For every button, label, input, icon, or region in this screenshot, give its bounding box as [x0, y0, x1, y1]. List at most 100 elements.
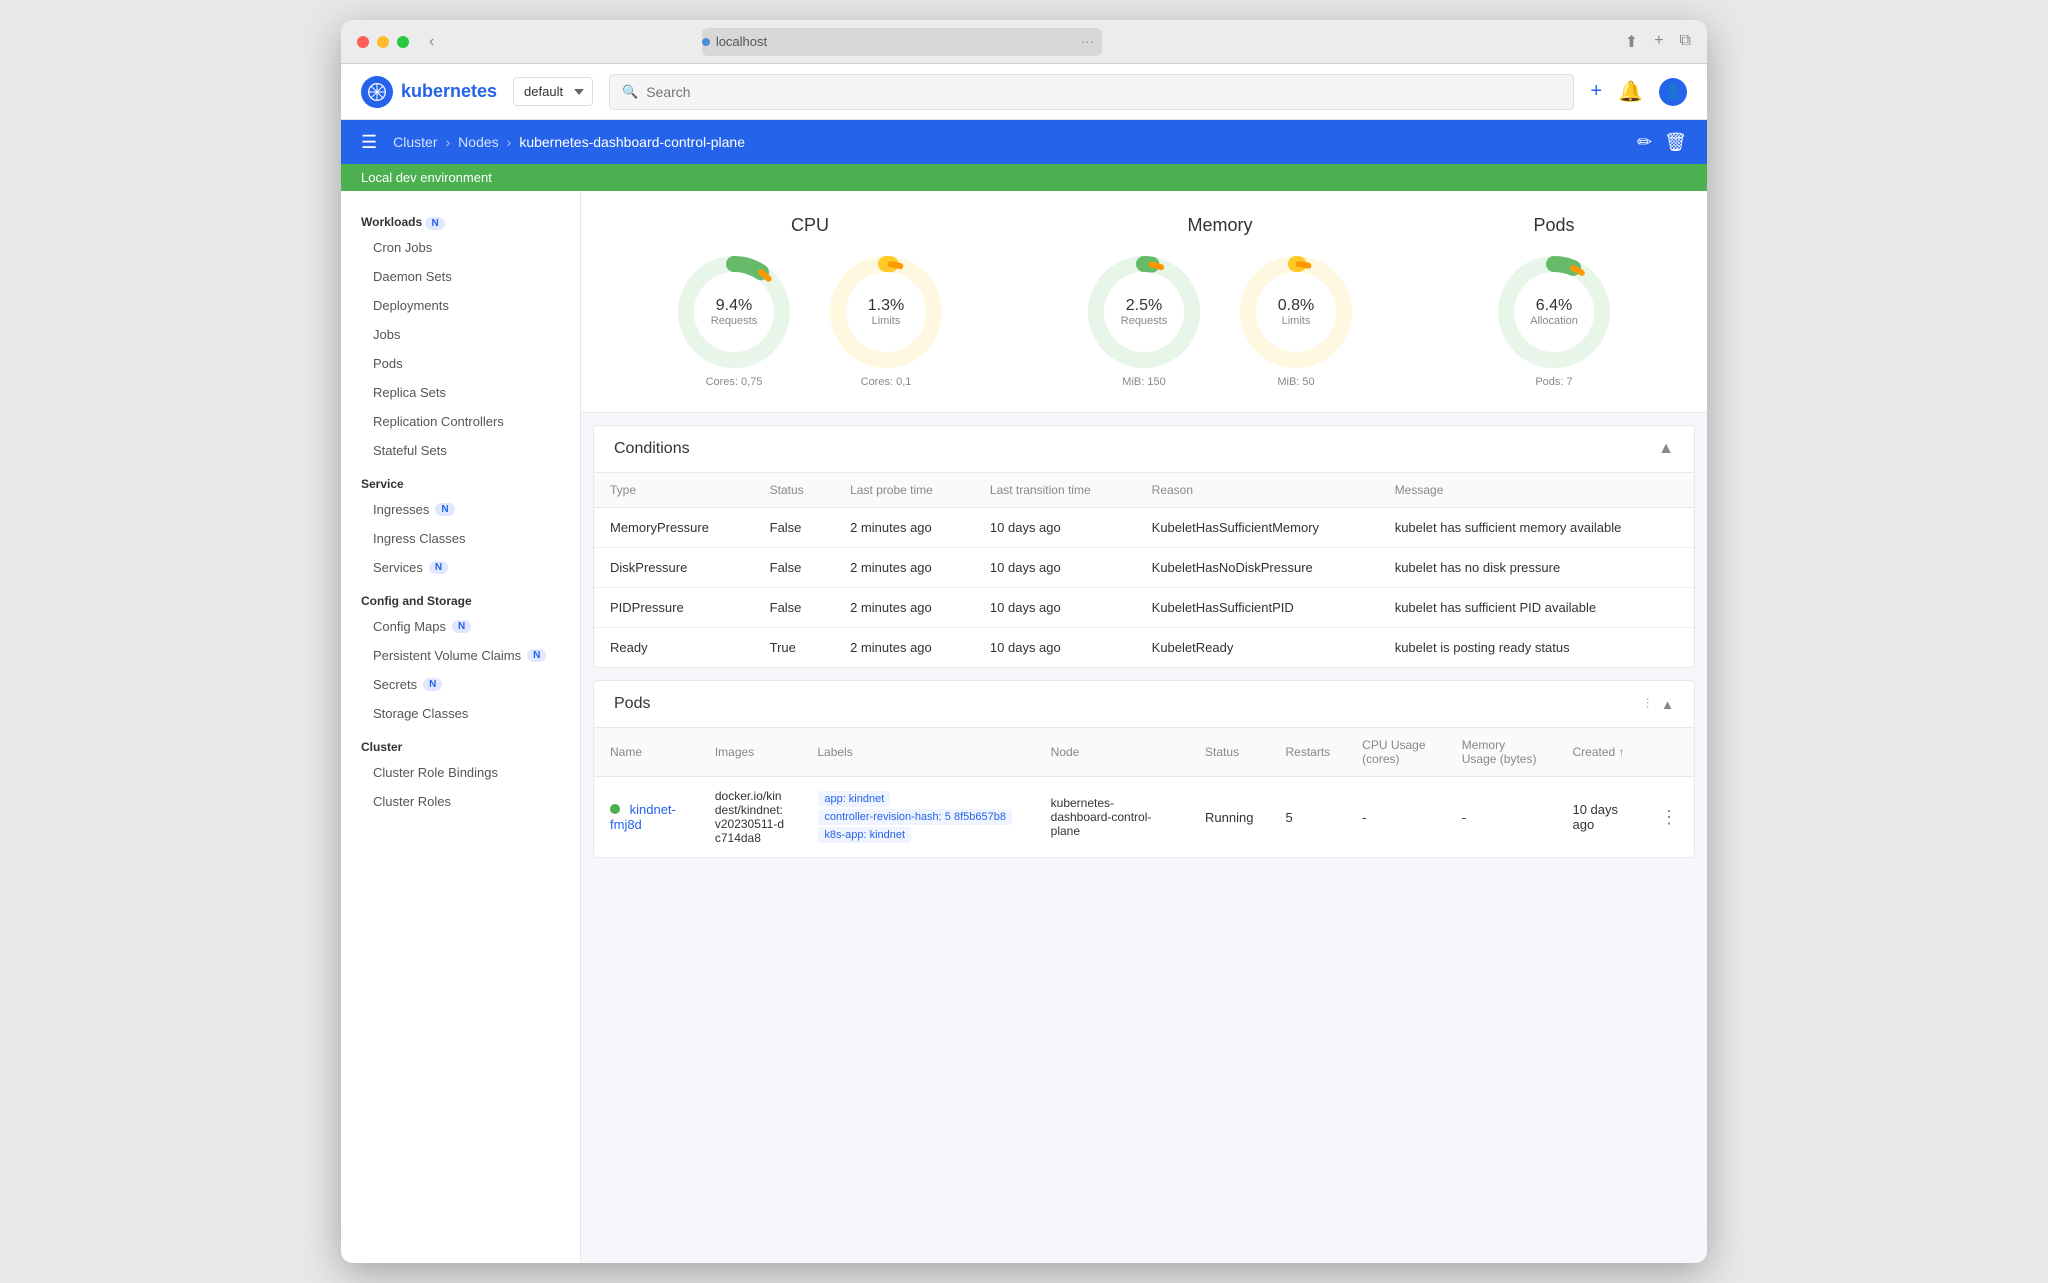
mem-limits-footer: MiB: 50 — [1277, 376, 1314, 388]
edit-icon[interactable]: ✏ — [1637, 132, 1652, 153]
condition-last-transition: 10 days ago — [974, 508, 1136, 548]
conditions-toggle[interactable]: ▲ — [1658, 440, 1674, 458]
pods-footer: Pods: 7 — [1535, 376, 1572, 388]
breadcrumb-cluster[interactable]: Cluster — [393, 134, 437, 150]
env-banner: Local dev environment — [341, 164, 1707, 191]
search-input[interactable] — [646, 84, 1561, 100]
close-button[interactable] — [357, 36, 369, 48]
more-icon[interactable]: ⋮ — [1660, 807, 1678, 827]
window-actions: ⬆ + ⧉ — [1625, 32, 1691, 52]
add-icon[interactable]: + — [1590, 80, 1602, 103]
namespace-select[interactable]: default — [513, 77, 593, 106]
table-row: DiskPressure False 2 minutes ago 10 days… — [594, 548, 1694, 588]
cpu-chart-group: CPU 9.4% Requests — [674, 215, 946, 388]
titlebar: ‹ localhost ··· ⬆ + ⧉ — [341, 20, 1707, 64]
pod-restarts: 5 — [1269, 777, 1346, 858]
upload-icon[interactable]: ⬆ — [1625, 32, 1638, 52]
filter-icon[interactable]: ⫶ — [1646, 696, 1649, 712]
col-probe: Last probe time — [834, 473, 974, 508]
user-icon[interactable]: 👤 — [1659, 78, 1687, 106]
sidebar-item-cronjobs[interactable]: Cron Jobs — [341, 233, 580, 262]
pods-header-actions: ⫶ ▲ — [1646, 696, 1674, 712]
env-label: Local dev environment — [361, 170, 492, 185]
status-dot — [610, 804, 620, 814]
breadcrumb-bar: ☰ Cluster › Nodes › kubernetes-dashboard… — [341, 120, 1707, 164]
delete-icon[interactable]: 🗑 — [1664, 132, 1687, 153]
condition-reason: KubeletReady — [1136, 628, 1379, 668]
maximize-button[interactable] — [397, 36, 409, 48]
memory-title: Memory — [1187, 215, 1252, 236]
sidebar-item-jobs[interactable]: Jobs — [341, 320, 580, 349]
condition-last-probe: 2 minutes ago — [834, 508, 974, 548]
charts-section: CPU 9.4% Requests — [581, 191, 1707, 413]
condition-last-transition: 10 days ago — [974, 588, 1136, 628]
breadcrumb-sep-1: › — [446, 134, 451, 150]
sidebar-item-ingressclasses[interactable]: Ingress Classes — [341, 524, 580, 553]
sidebar-item-pvc[interactable]: Persistent Volume Claims N — [341, 641, 580, 670]
label-badge: controller-revision-hash: 5 8f5b657b8 — [818, 809, 1012, 825]
url-bar[interactable]: localhost ··· — [702, 28, 1102, 56]
top-navigation: kubernetes default 🔍 + 🔔 👤 — [341, 64, 1707, 120]
back-button[interactable]: ‹ — [429, 33, 434, 51]
sidebar-item-pods[interactable]: Pods — [341, 349, 580, 378]
condition-last-probe: 2 minutes ago — [834, 588, 974, 628]
sidebar-item-storageclasses[interactable]: Storage Classes — [341, 699, 580, 728]
col-transition: Last transition time — [974, 473, 1136, 508]
breadcrumb-sep-2: › — [507, 134, 512, 150]
condition-reason: KubeletHasNoDiskPressure — [1136, 548, 1379, 588]
pods-title: Pods — [614, 695, 650, 713]
cluster-label: Cluster — [361, 740, 402, 754]
breadcrumb-nodes[interactable]: Nodes — [458, 134, 498, 150]
mem-requests-label: 2.5% Requests — [1121, 297, 1167, 327]
pod-created: 10 days ago — [1556, 777, 1643, 858]
sidebar-item-replicasets[interactable]: Replica Sets — [341, 378, 580, 407]
pod-name-link[interactable]: kindnet-fmj8d — [610, 802, 676, 832]
col-name: Name — [594, 728, 699, 777]
hamburger-icon[interactable]: ☰ — [361, 132, 377, 153]
sidebar: Workloads N Cron Jobs Daemon Sets Deploy… — [341, 191, 581, 1263]
pod-run-status: Running — [1189, 777, 1269, 858]
search-bar[interactable]: 🔍 — [609, 74, 1574, 110]
mem-requests-chart: 2.5% Requests MiB: 150 — [1084, 252, 1204, 388]
sidebar-item-configmaps[interactable]: Config Maps N — [341, 612, 580, 641]
url-more-icon: ··· — [1081, 34, 1094, 49]
condition-type: MemoryPressure — [594, 508, 754, 548]
sidebar-item-clusterroles[interactable]: Cluster Roles — [341, 787, 580, 816]
sidebar-item-services[interactable]: Services N — [341, 553, 580, 582]
service-label: Service — [361, 477, 404, 491]
conditions-section: Conditions ▲ Type Status Last probe time… — [593, 425, 1695, 668]
sidebar-item-clusterrolebindings[interactable]: Cluster Role Bindings — [341, 758, 580, 787]
label-badge: app: kindnet — [818, 791, 890, 807]
main-content: CPU 9.4% Requests — [581, 191, 1707, 1263]
sidebar-item-ingresses[interactable]: Ingresses N — [341, 495, 580, 524]
sidebar-item-statefulsets[interactable]: Stateful Sets — [341, 436, 580, 465]
cpu-limits-label: 1.3% Limits — [868, 297, 904, 327]
sidebar-item-daemonsets[interactable]: Daemon Sets — [341, 262, 580, 291]
pod-image: docker.io/kindest/kindnet:v20230511-dc71… — [699, 777, 802, 858]
config-storage-section: Config and Storage — [341, 582, 580, 612]
condition-last-transition: 10 days ago — [974, 628, 1136, 668]
sidebar-item-replicationcontrollers[interactable]: Replication Controllers — [341, 407, 580, 436]
copy-icon[interactable]: ⧉ — [1680, 32, 1691, 52]
workloads-label: Workloads — [361, 215, 422, 229]
col-reason: Reason — [1136, 473, 1379, 508]
search-icon: 🔍 — [622, 84, 638, 100]
new-tab-icon[interactable]: + — [1654, 32, 1663, 52]
pods-allocation-chart: 6.4% Allocation Pods: 7 — [1494, 252, 1614, 388]
minimize-button[interactable] — [377, 36, 389, 48]
pod-node: kubernetes-dashboard-control-plane — [1035, 777, 1189, 858]
pods-toggle[interactable]: ▲ — [1661, 697, 1674, 712]
col-restarts: Restarts — [1269, 728, 1346, 777]
table-row: PIDPressure False 2 minutes ago 10 days … — [594, 588, 1694, 628]
pod-more-actions[interactable]: ⋮ — [1644, 777, 1694, 858]
col-pod-status: Status — [1189, 728, 1269, 777]
secure-icon — [702, 38, 710, 46]
sidebar-item-secrets[interactable]: Secrets N — [341, 670, 580, 699]
condition-reason: KubeletHasSufficientMemory — [1136, 508, 1379, 548]
notifications-icon[interactable]: 🔔 — [1618, 79, 1643, 104]
url-text: localhost — [716, 34, 767, 49]
col-images: Images — [699, 728, 802, 777]
col-labels: Labels — [801, 728, 1034, 777]
col-memory: Memory Usage (bytes) — [1446, 728, 1557, 777]
sidebar-item-deployments[interactable]: Deployments — [341, 291, 580, 320]
